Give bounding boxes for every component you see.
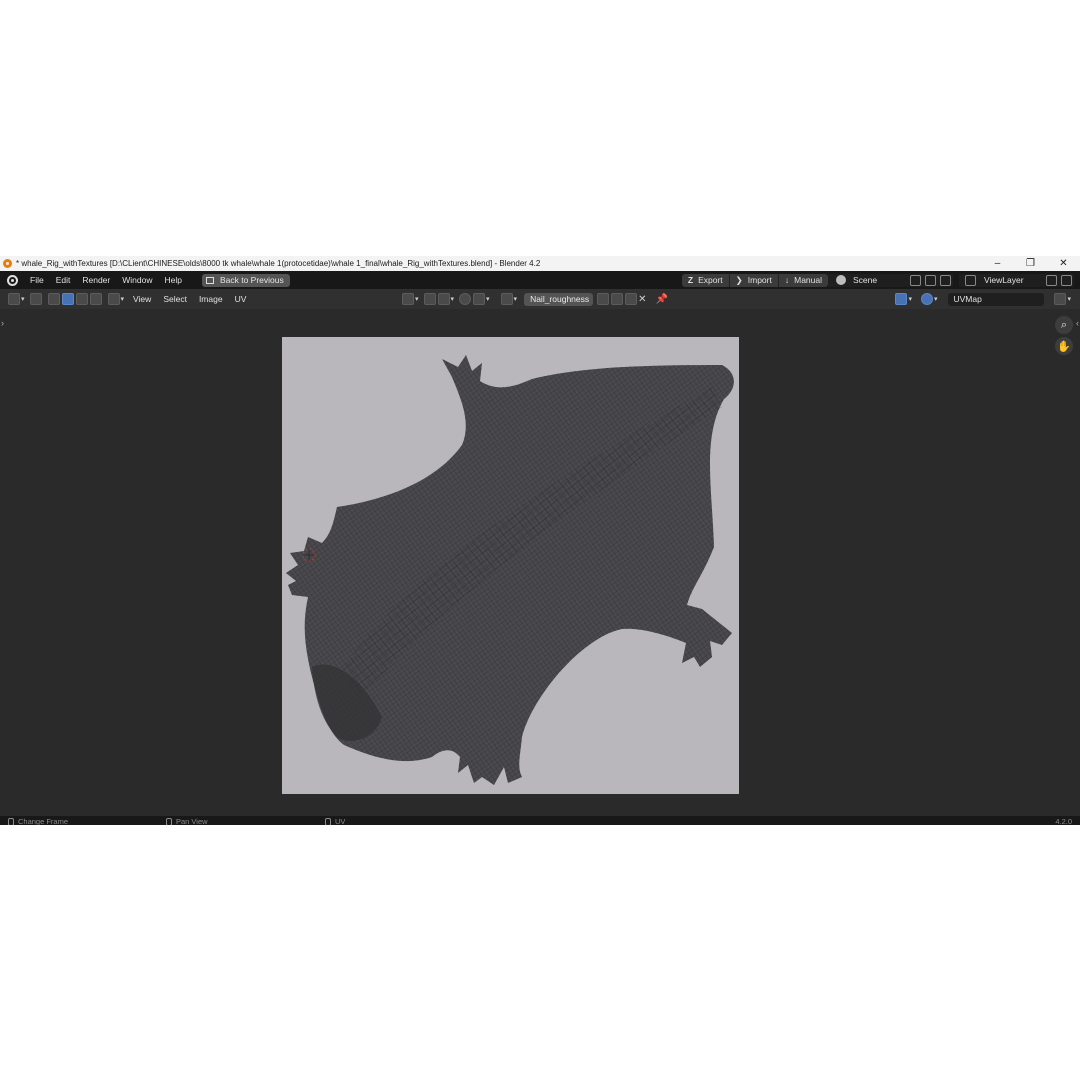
menu-image[interactable]: Image <box>193 294 229 304</box>
import-icon: ❯ <box>735 274 743 285</box>
chevron-down-icon: ▾ <box>513 296 518 303</box>
scene-selector[interactable]: Scene <box>828 273 953 287</box>
face-select-icon[interactable] <box>75 293 88 305</box>
screen-back-icon <box>205 276 214 284</box>
edge-select-icon[interactable] <box>61 293 74 305</box>
uv-mesh-layout <box>286 355 734 785</box>
pin-scene-icon[interactable] <box>910 274 921 286</box>
image-datablock-field[interactable]: Nail_roughness <box>524 292 594 306</box>
delete-scene-icon[interactable] <box>940 274 951 286</box>
vertex-select-icon[interactable] <box>47 293 60 305</box>
minimize-button[interactable]: – <box>981 258 1014 269</box>
view-layer-icon <box>965 274 976 286</box>
editor-type-icon[interactable] <box>8 293 20 305</box>
chevron-down-icon: ▾ <box>415 296 419 303</box>
export-icon: Z <box>687 275 694 285</box>
blender-topbar: File Edit Render Window Help Back to Pre… <box>0 271 1080 289</box>
restore-button[interactable]: ❐ <box>1014 258 1047 269</box>
manual-button[interactable]: ↓ Manual <box>778 273 828 287</box>
gizmo-icon[interactable] <box>895 293 908 305</box>
status-bar: Change Frame Pan View UV 4.2.0 <box>0 816 1080 825</box>
overlay-icon[interactable] <box>920 293 933 305</box>
export-label: Export <box>698 275 723 285</box>
window-titlebar: * whale_Rig_withTextures [D:\CLient\CHIN… <box>0 256 1080 271</box>
chevron-down-icon: ▾ <box>933 296 938 303</box>
delete-view-layer-icon[interactable] <box>1061 274 1072 286</box>
menu-file[interactable]: File <box>24 275 50 285</box>
uv-image-canvas[interactable] <box>282 337 739 794</box>
status-uv-label: UV <box>335 817 346 825</box>
menu-window[interactable]: Window <box>116 275 158 285</box>
toolbar-expand-icon[interactable]: › <box>1 318 4 328</box>
back-to-previous-label: Back to Previous <box>219 275 284 285</box>
export-button[interactable]: Z Export <box>681 273 730 287</box>
hand-icon[interactable]: ✋ <box>1055 337 1073 355</box>
pivot-icon[interactable] <box>402 293 414 305</box>
menu-view[interactable]: View <box>127 294 157 304</box>
menu-uv[interactable]: UV <box>229 294 253 304</box>
uv-viewport[interactable]: › ‹ ⌕ ✋ <box>0 309 1080 816</box>
import-button[interactable]: ❯ Import <box>729 273 779 287</box>
mouse-icon <box>325 817 331 825</box>
chevron-down-icon: ▾ <box>450 296 455 303</box>
status-version: 4.2.0 <box>1055 816 1072 825</box>
topbar-right-tools: Z Export ❯ Import ↓ Manual Scene ViewLay… <box>681 273 1074 287</box>
uv-right-tools: ▾ ▾ UVMap ▾ <box>893 292 1074 306</box>
uv-map-name: UVMap <box>953 294 982 304</box>
sticky-select-icon[interactable] <box>107 293 120 305</box>
chevron-down-icon: ▾ <box>1067 296 1071 303</box>
scene-icon <box>836 275 846 285</box>
chevron-down-icon: ▾ <box>486 296 490 303</box>
pin-icon[interactable]: 📌 <box>656 294 668 305</box>
blender-logo-icon[interactable] <box>7 274 18 286</box>
new-view-layer-icon[interactable] <box>1046 274 1057 286</box>
uv-center-tools: ▾ ▾ ▾ ▾ Nail_roughness ✕ 📌 <box>400 292 671 306</box>
image-name: Nail_roughness <box>530 294 590 304</box>
island-select-icon[interactable] <box>89 293 102 305</box>
proportional-edit-icon[interactable] <box>459 293 472 305</box>
status-change-frame-label: Change Frame <box>18 817 69 825</box>
fake-user-icon[interactable] <box>597 293 610 305</box>
menu-select[interactable]: Select <box>157 294 193 304</box>
close-window-button[interactable]: ✕ <box>1047 258 1080 269</box>
duplicate-image-icon[interactable] <box>611 293 624 305</box>
chevron-down-icon: ▾ <box>21 296 25 303</box>
snap-target-icon[interactable] <box>437 293 450 305</box>
status-pan-view-label: Pan View <box>176 817 208 825</box>
uv-editor-header: ▾ ▾ View Select Image UV ▾ ▾ ▾ ▾ Nail_ro… <box>0 289 1080 309</box>
zoom-icon[interactable]: ⌕ <box>1055 316 1073 334</box>
sidebar-expand-icon[interactable]: ‹ <box>1076 318 1079 328</box>
menu-edit[interactable]: Edit <box>50 275 77 285</box>
mouse-icon <box>8 817 14 825</box>
view-layer-selector[interactable]: ViewLayer <box>959 273 1074 287</box>
falloff-icon[interactable] <box>473 293 486 305</box>
open-image-icon[interactable] <box>625 293 638 305</box>
scene-name[interactable]: Scene <box>850 275 908 285</box>
window-title: * whale_Rig_withTextures [D:\CLient\CHIN… <box>16 259 541 268</box>
back-to-previous-button[interactable]: Back to Previous <box>201 273 290 287</box>
image-browse-icon[interactable] <box>500 293 513 305</box>
import-label: Import <box>747 275 772 285</box>
blender-version: 4.2.0 <box>1055 817 1072 825</box>
manual-label: Manual <box>794 275 822 285</box>
status-change-frame: Change Frame <box>8 816 68 825</box>
chevron-down-icon: ▾ <box>120 296 125 303</box>
new-scene-icon[interactable] <box>925 274 936 286</box>
uv-map-field[interactable]: UVMap <box>948 292 1045 306</box>
display-channels-icon[interactable] <box>1054 293 1067 305</box>
sync-selection-icon[interactable] <box>29 293 42 305</box>
status-pan-view: Pan View <box>166 816 208 825</box>
menu-render[interactable]: Render <box>76 275 116 285</box>
view-layer-name[interactable]: ViewLayer <box>978 275 1044 285</box>
menu-help[interactable]: Help <box>158 275 187 285</box>
snap-icon[interactable] <box>423 293 436 305</box>
download-icon: ↓ <box>784 275 790 285</box>
status-uv: UV <box>325 816 345 825</box>
mouse-icon <box>166 817 172 825</box>
chevron-down-icon: ▾ <box>908 296 912 303</box>
blender-app-icon <box>3 259 12 268</box>
close-icon[interactable]: ✕ <box>638 294 646 305</box>
